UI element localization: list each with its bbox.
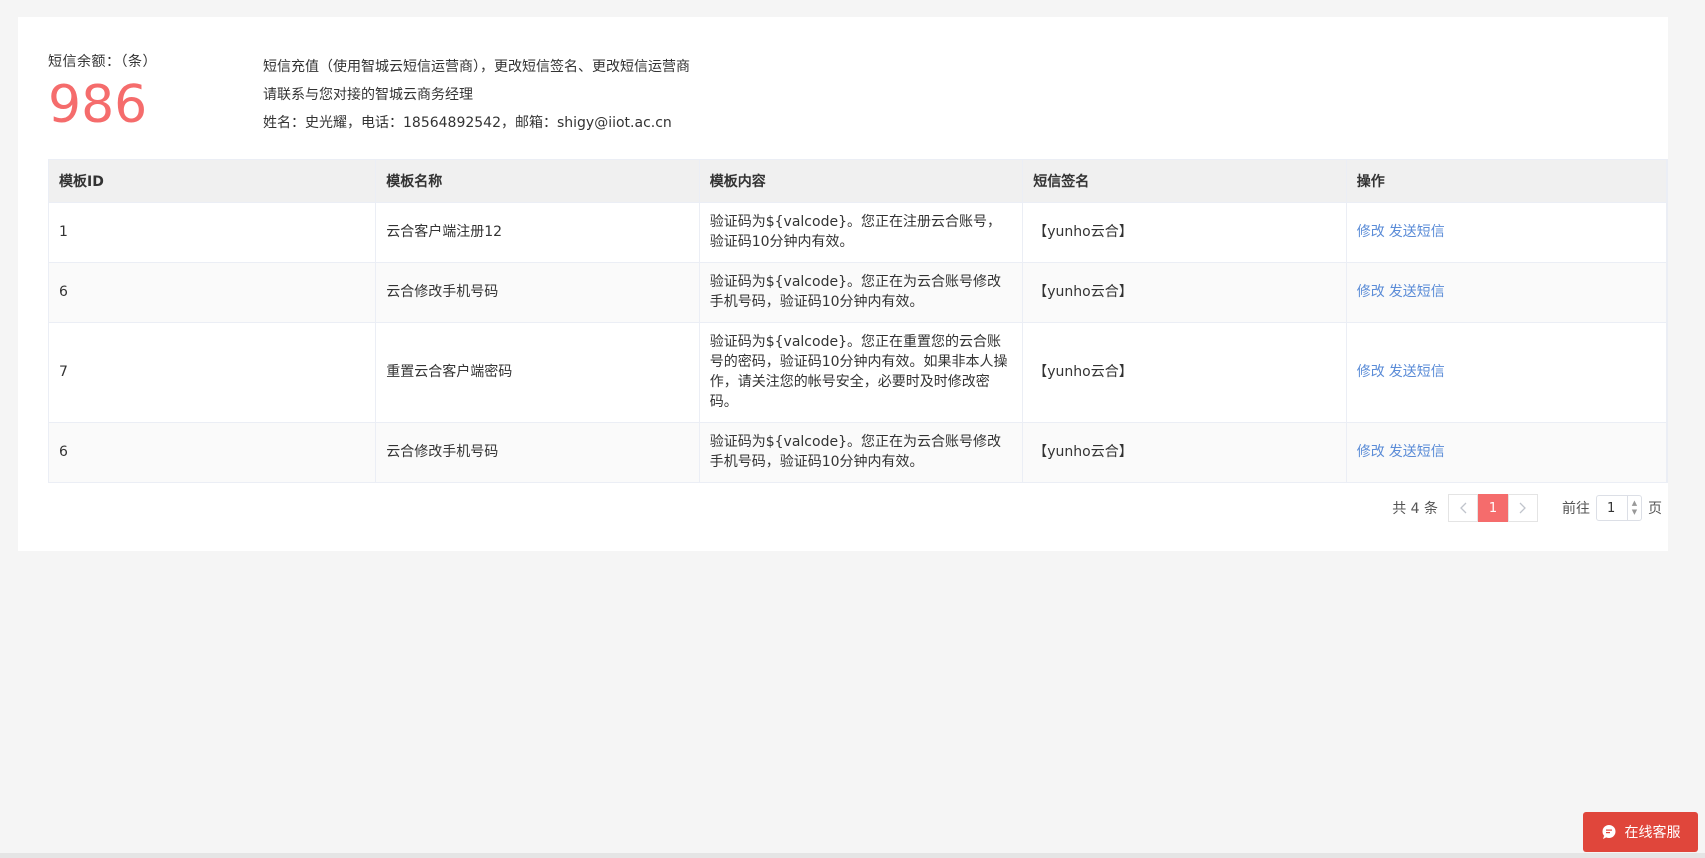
online-support-button[interactable]: 在线客服 [1583, 812, 1698, 852]
edit-link[interactable]: 修改 [1357, 364, 1385, 380]
cell-actions: 修改 发送短信 [1346, 261, 1668, 322]
edit-link[interactable]: 修改 [1357, 284, 1385, 300]
cell-sign: 【yunho云合】 [1022, 201, 1347, 262]
table-row: 7 重置云合客户端密码 验证码为${valcode}。您正在重置您的云合账号的密… [49, 321, 1668, 422]
send-sms-link[interactable]: 发送短信 [1389, 444, 1445, 460]
header-actions: 操作 [1346, 160, 1668, 202]
cell-content: 验证码为${valcode}。您正在注册云合账号，验证码10分钟内有效。 [699, 201, 1024, 262]
page-stepper[interactable]: ▲ ▼ [1627, 496, 1641, 520]
send-sms-link[interactable]: 发送短信 [1389, 364, 1445, 380]
goto-page-input[interactable]: 1 ▲ ▼ [1596, 495, 1642, 521]
next-page-button[interactable] [1508, 494, 1538, 522]
send-sms-link[interactable]: 发送短信 [1389, 284, 1445, 300]
header-template-name: 模板名称 [375, 160, 700, 202]
cell-name: 云合客户端注册12 [375, 201, 700, 262]
template-table: 模板ID 模板名称 模板内容 短信签名 操作 1 云合客户端注册12 验证码为$… [48, 159, 1668, 483]
send-sms-link[interactable]: 发送短信 [1389, 224, 1445, 240]
prev-page-button[interactable] [1448, 494, 1478, 522]
balance-value: 986 [48, 75, 148, 135]
header-sms-sign: 短信签名 [1022, 160, 1347, 202]
contact-line-details: 姓名：史光耀，电话：18564892542，邮箱：shigy@iiot.ac.c… [263, 115, 672, 131]
stepper-down-icon[interactable]: ▼ [1632, 508, 1637, 517]
cell-id: 6 [49, 421, 377, 482]
table-header-row: 模板ID 模板名称 模板内容 短信签名 操作 [49, 160, 1668, 202]
cell-name: 云合修改手机号码 [375, 421, 700, 482]
goto-page-value: 1 [1607, 500, 1616, 516]
balance-label: 短信余额：（条） [48, 54, 157, 70]
chevron-left-icon [1460, 502, 1467, 514]
page-number-button[interactable]: 1 [1478, 494, 1508, 522]
goto-page: 前往 1 ▲ ▼ 页 [1562, 495, 1662, 521]
cell-id: 7 [49, 321, 377, 422]
table-row: 1 云合客户端注册12 验证码为${valcode}。您正在注册云合账号，验证码… [49, 201, 1668, 262]
cell-id: 6 [49, 261, 377, 322]
online-support-label: 在线客服 [1624, 825, 1681, 841]
contact-line-recharge: 短信充值（使用智城云短信运营商），更改短信签名、更改短信运营商 [263, 59, 690, 75]
header-template-content: 模板内容 [699, 160, 1024, 202]
cell-name: 重置云合客户端密码 [375, 321, 700, 422]
contact-line-manager: 请联系与您对接的智城云商务经理 [263, 87, 473, 103]
edit-link[interactable]: 修改 [1357, 444, 1385, 460]
header-template-id: 模板ID [49, 160, 377, 202]
cell-actions: 修改 发送短信 [1346, 421, 1668, 482]
pagination-total: 共 4 条 [1392, 501, 1438, 517]
sms-balance: 短信余额：（条） 986 [48, 51, 157, 131]
cell-id: 1 [49, 201, 377, 262]
pagination: 共 4 条 1 前往 1 ▲ ▼ 页 [1392, 494, 1662, 522]
cell-name: 云合修改手机号码 [375, 261, 700, 322]
cell-sign: 【yunho云合】 [1022, 261, 1347, 322]
cell-content: 验证码为${valcode}。您正在为云合账号修改手机号码，验证码10分钟内有效… [699, 261, 1024, 322]
cell-sign: 【yunho云合】 [1022, 321, 1347, 422]
page-suffix: 页 [1648, 501, 1662, 517]
chat-bubble-icon [1602, 825, 1615, 839]
bottom-scrollbar[interactable] [0, 853, 1705, 858]
goto-label: 前往 [1562, 501, 1590, 517]
cell-sign: 【yunho云合】 [1022, 421, 1347, 482]
cell-content: 验证码为${valcode}。您正在重置您的云合账号的密码，验证码10分钟内有效… [699, 321, 1024, 422]
table-row: 6 云合修改手机号码 验证码为${valcode}。您正在为云合账号修改手机号码… [49, 421, 1668, 482]
cell-actions: 修改 发送短信 [1346, 201, 1668, 262]
chevron-right-icon [1519, 502, 1526, 514]
content-panel: 短信余额：（条） 986 短信充值（使用智城云短信运营商），更改短信签名、更改短… [18, 17, 1668, 551]
cell-content: 验证码为${valcode}。您正在为云合账号修改手机号码，验证码10分钟内有效… [699, 421, 1024, 482]
table-row: 6 云合修改手机号码 验证码为${valcode}。您正在为云合账号修改手机号码… [49, 261, 1668, 322]
edit-link[interactable]: 修改 [1357, 224, 1385, 240]
stepper-up-icon[interactable]: ▲ [1632, 499, 1637, 508]
cell-actions: 修改 发送短信 [1346, 321, 1668, 422]
contact-info: 短信充值（使用智城云短信运营商），更改短信签名、更改短信运营商 请联系与您对接的… [263, 53, 690, 137]
